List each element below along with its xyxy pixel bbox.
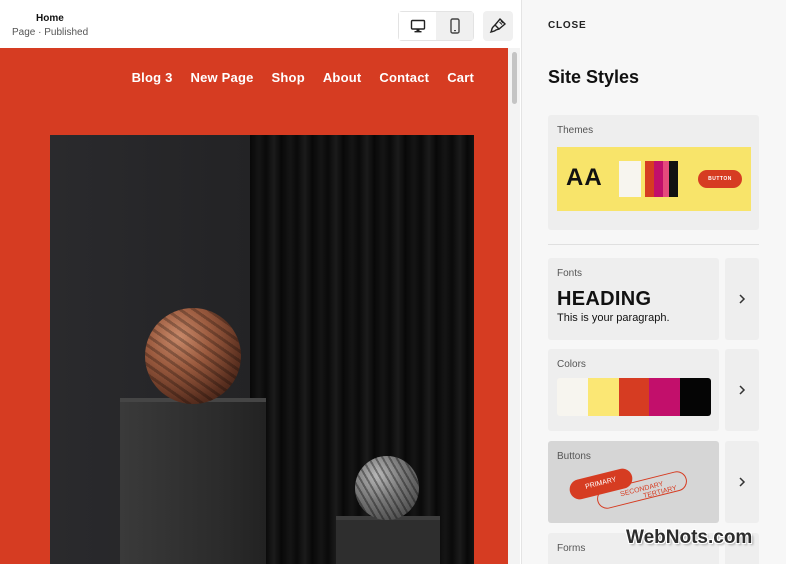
colors-expand-button[interactable] [725,349,759,431]
nav-link-shop[interactable]: Shop [272,70,305,85]
site-navigation: Blog 3 New Page Shop About Contact Cart [132,70,474,85]
themes-label: Themes [557,125,594,136]
theme-preview-button: BUTTON [698,170,742,188]
color-swatch [557,378,588,416]
site-styles-panel: CLOSE Site Styles Themes AA BUTTON Fonts… [521,0,786,564]
fonts-card[interactable]: Fonts HEADING This is your paragraph. [548,258,719,340]
nav-link-blog-3[interactable]: Blog 3 [132,70,173,85]
panel-divider [548,244,759,245]
theme-preview-aa: AA [566,164,603,191]
watermark: WebNots.com [626,527,753,548]
theme-swatch [654,161,663,197]
silver-sphere [355,456,419,520]
pedestal-large [120,402,266,564]
site-preview[interactable]: Blog 3 New Page Shop About Contact Cart [0,48,508,564]
mobile-icon [449,18,460,34]
site-styles-button[interactable] [483,11,513,41]
fonts-paragraph-sample: This is your paragraph. [557,312,670,324]
nav-link-cart[interactable]: Cart [447,70,474,85]
buttons-label: Buttons [557,451,591,462]
themes-card[interactable]: Themes AA BUTTON [548,115,759,230]
color-swatch [618,378,650,416]
mobile-view-button[interactable] [436,12,473,40]
nav-link-new-page[interactable]: New Page [191,70,254,85]
buttons-card[interactable]: Buttons SECONDARY PRIMARY TERTIARY [548,441,719,523]
color-swatch [680,378,711,416]
editor-topbar: Home Page · Published [0,0,520,48]
desktop-view-button[interactable] [399,12,436,40]
editor-area: Home Page · Published Blog 3 New Page Sh… [0,0,520,564]
fonts-heading-sample: HEADING [557,288,652,310]
scrollbar-thumb[interactable] [512,52,517,104]
paintbrush-icon [489,17,507,34]
page-status: Page · Published [12,27,89,38]
colors-card[interactable]: Colors [548,349,719,431]
color-swatches [557,378,711,416]
chevron-right-icon [739,294,746,304]
preview-scrollbar[interactable] [508,48,520,564]
theme-swatch-white [619,161,641,197]
hero-image [50,135,474,564]
color-swatch [649,378,681,416]
device-toggle [398,11,474,41]
chevron-right-icon [739,385,746,395]
copper-sphere [145,308,241,404]
page-title: Home [36,13,64,24]
forms-label: Forms [557,543,586,554]
buttons-expand-button[interactable] [725,441,759,523]
chevron-right-icon [739,477,746,487]
page-info[interactable]: Home Page · Published [12,12,88,40]
theme-swatch [645,161,654,197]
nav-link-contact[interactable]: Contact [379,70,429,85]
fonts-label: Fonts [557,268,583,279]
desktop-icon [410,19,425,33]
colors-label: Colors [557,359,586,370]
theme-preview: AA BUTTON [557,147,751,211]
pedestal-small [336,520,440,564]
fonts-expand-button[interactable] [725,258,759,340]
color-swatch [587,378,619,416]
nav-link-about[interactable]: About [323,70,362,85]
close-button[interactable]: CLOSE [548,20,586,31]
theme-swatch [669,161,678,197]
panel-title: Site Styles [548,67,640,87]
